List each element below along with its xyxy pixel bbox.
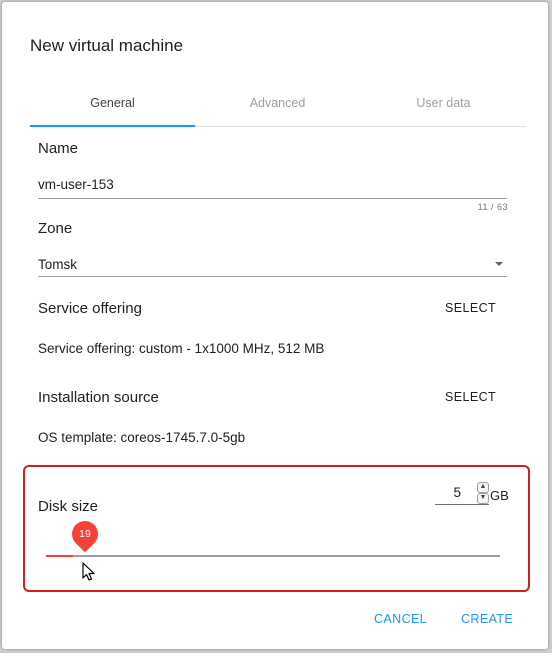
tab-bar: General Advanced User data (30, 82, 526, 127)
tab-user-data[interactable]: User data (361, 82, 526, 125)
installation-source-select-button[interactable]: SELECT (445, 390, 496, 404)
disk-size-input-value: 5 (453, 485, 461, 500)
tab-general[interactable]: General (30, 82, 195, 125)
active-tab-indicator (30, 125, 195, 127)
service-offering-label: Service offering (38, 300, 142, 317)
create-button[interactable]: CREATE (461, 612, 513, 626)
mouse-cursor-icon (82, 562, 95, 581)
zone-select-value: Tomsk (38, 257, 78, 272)
name-char-counter: 11 / 63 (477, 202, 508, 212)
increment-icon[interactable]: ▲ (477, 482, 489, 493)
tab-advanced[interactable]: Advanced (195, 82, 360, 125)
number-spinner: ▲ ▼ (477, 482, 489, 504)
disk-size-number-input[interactable]: 5 ▲ ▼ (435, 482, 489, 505)
dialog-title: New virtual machine (30, 36, 184, 55)
os-template-description: OS template: coreos-1745.7.0-5gb (38, 430, 246, 445)
name-input[interactable] (38, 177, 507, 199)
disk-size-slider-fill (46, 555, 73, 557)
installation-source-label: Installation source (38, 389, 159, 406)
service-offering-description: Service offering: custom - 1x1000 MHz, 5… (38, 341, 325, 356)
disk-size-label: Disk size (38, 498, 99, 515)
cancel-button[interactable]: CANCEL (374, 612, 427, 626)
disk-size-unit: GB (490, 488, 509, 503)
disk-size-slider-value: 19 (79, 528, 91, 540)
zone-select[interactable]: Tomsk (38, 256, 507, 277)
name-label: Name (38, 140, 79, 157)
service-offering-select-button[interactable]: SELECT (445, 301, 496, 315)
disk-size-slider-track[interactable] (46, 555, 500, 557)
chevron-down-icon (495, 262, 503, 266)
decrement-icon[interactable]: ▼ (477, 493, 489, 504)
zone-label: Zone (38, 220, 73, 237)
